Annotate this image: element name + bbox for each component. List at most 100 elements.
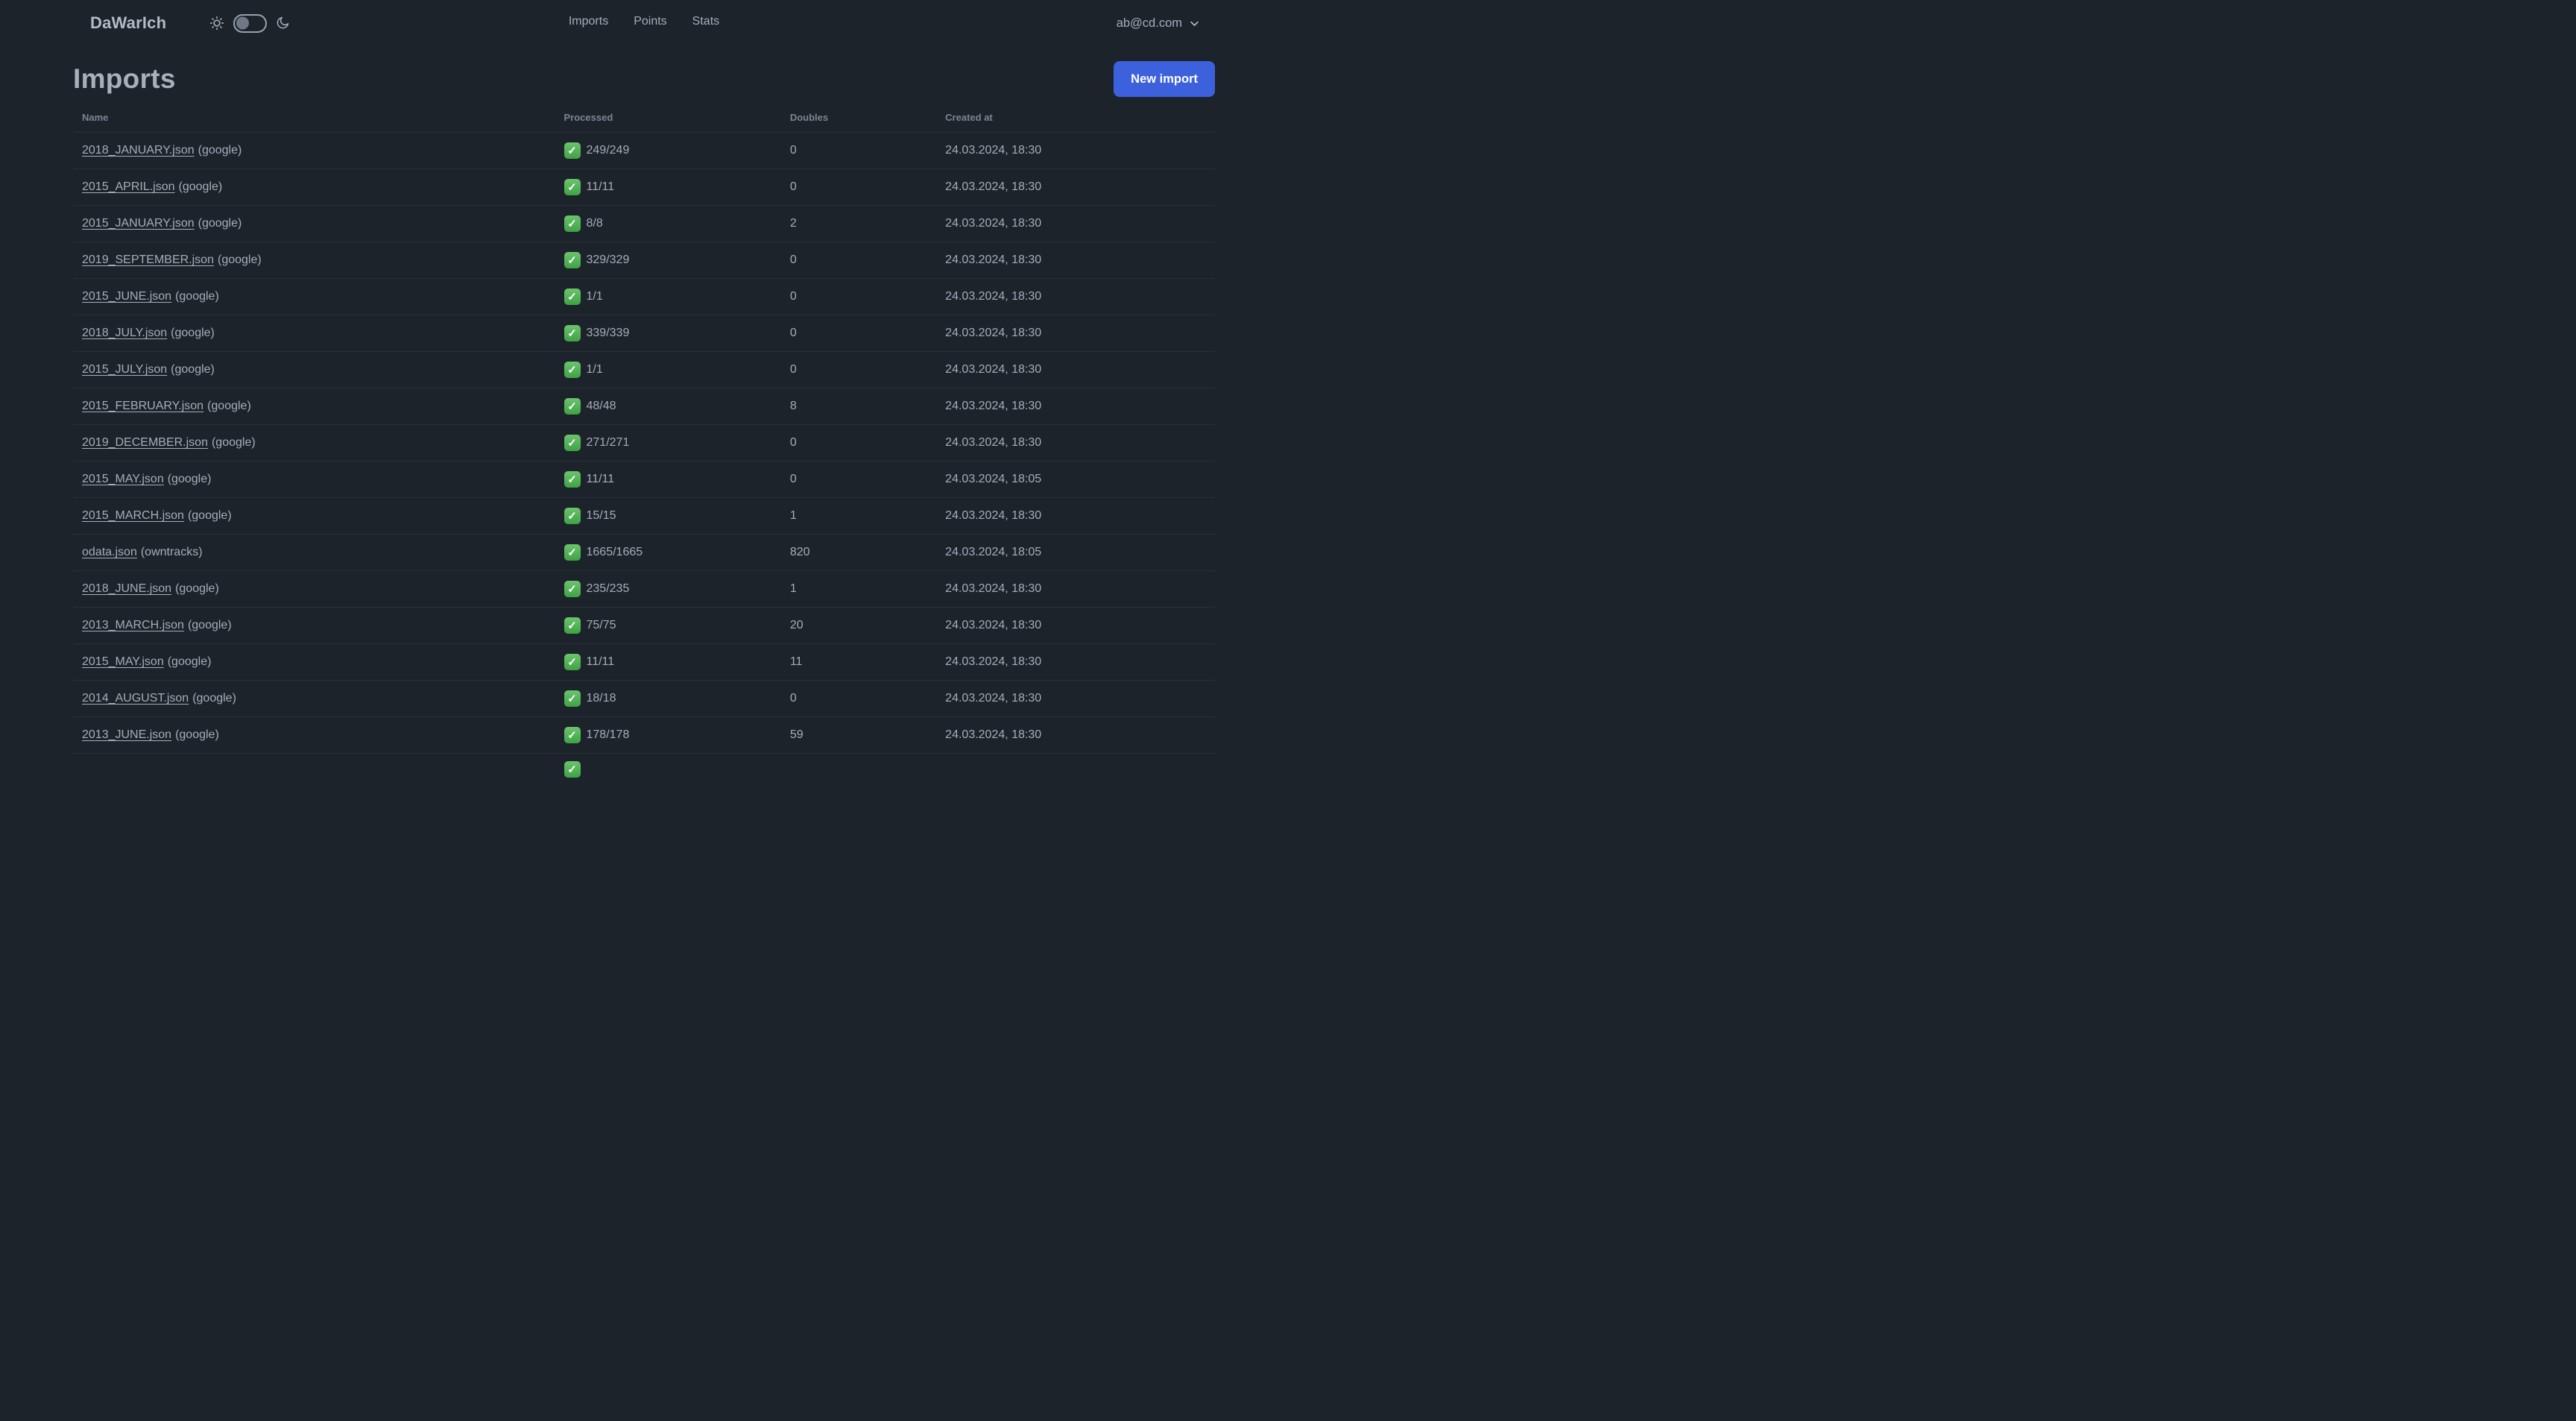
sun-icon (209, 15, 225, 31)
import-source-label: (google) (187, 509, 232, 522)
import-source-label: (google) (178, 180, 223, 193)
table-row: 2015_FEBRUARY.json (google) ✓ 48/48 8 24.… (73, 388, 1215, 425)
doubles-cell: 0 (780, 461, 937, 498)
import-file-link[interactable]: 2014_AUGUST.json (82, 692, 189, 705)
table-row-partial: ✓ (73, 754, 1215, 788)
column-header-doubles: Doubles (780, 106, 937, 133)
nav-link-points[interactable]: Points (634, 15, 666, 28)
processed-count: 271/271 (586, 436, 630, 449)
import-source-label: (google) (171, 363, 215, 376)
page-header: Imports New import (73, 61, 1215, 97)
table-row: 2013_MARCH.json (google) ✓ 75/75 20 24.03… (73, 607, 1215, 644)
import-file-link[interactable]: 2018_JULY.json (82, 327, 167, 339)
created-at-cell: 24.03.2024, 18:30 (936, 607, 1215, 644)
created-at-cell: 24.03.2024, 18:30 (936, 680, 1215, 717)
table-row: 2018_JANUARY.json (google) ✓ 249/249 0 24… (73, 132, 1215, 169)
created-at-cell: 24.03.2024, 18:30 (936, 388, 1215, 425)
doubles-cell: 0 (780, 242, 937, 279)
doubles-cell: 8 (780, 388, 937, 425)
app-logo[interactable]: DaWarIch (90, 13, 166, 33)
theme-toggle[interactable] (233, 13, 268, 33)
import-file-link[interactable]: 2018_JANUARY.json (82, 144, 195, 157)
doubles-cell: 0 (780, 278, 937, 315)
import-file-link[interactable]: 2015_JANUARY.json (82, 217, 195, 230)
imports-page: Imports New import Name Processed Doubles C… (73, 61, 1215, 787)
import-source-label: (google) (167, 655, 212, 668)
processed-count: 8/8 (586, 217, 603, 230)
processed-cell: ✓ 178/178 (555, 716, 781, 754)
processed-count: 1665/1665 (586, 546, 643, 558)
import-file-link[interactable]: 2015_APRIL.json (82, 180, 175, 193)
table-row: 2015_JULY.json (google) ✓ 1/1 0 24.03.202… (73, 351, 1215, 388)
check-icon: ✓ (564, 654, 581, 670)
doubles-cell: 0 (780, 424, 937, 461)
import-file-link[interactable]: 2015_MAY.json (82, 473, 164, 485)
check-icon: ✓ (564, 727, 581, 743)
processed-count: 329/329 (586, 253, 630, 266)
check-icon: ✓ (564, 544, 581, 561)
nav-link-imports[interactable]: Imports (569, 15, 608, 28)
account-menu[interactable]: ab@cd.com (1117, 16, 1200, 31)
import-file-link[interactable]: 2015_JUNE.json (82, 290, 171, 303)
processed-count: 235/235 (586, 582, 630, 595)
processed-count: 1/1 (586, 363, 603, 376)
doubles-cell: 1 (780, 497, 937, 535)
doubles-cell: 820 (780, 534, 937, 571)
table-row: 2014_AUGUST.json (google) ✓ 18/18 0 24.03… (73, 680, 1215, 717)
name-cell: 2015_MAY.json (google) (73, 643, 555, 681)
import-file-link[interactable]: odata.json (82, 546, 137, 558)
name-cell: 2015_JANUARY.json (google) (73, 205, 555, 242)
import-file-link[interactable]: 2013_MARCH.json (82, 619, 184, 631)
import-file-link[interactable]: 2015_MARCH.json (82, 509, 184, 522)
check-icon: ✓ (564, 179, 581, 195)
created-at-cell: 24.03.2024, 18:30 (936, 643, 1215, 681)
processed-cell: ✓ (555, 754, 781, 788)
doubles-cell: 0 (780, 680, 937, 717)
table-row: 2015_MAY.json (google) ✓ 11/11 0 24.03.20… (73, 461, 1215, 498)
navbar: DaWarIch Imports Points Stats ab@cd.com (0, 0, 1288, 43)
theme-toggle-group (209, 13, 290, 33)
check-icon: ✓ (564, 435, 581, 451)
import-source-label: (google) (198, 217, 242, 230)
import-file-link[interactable]: 2013_JUNE.json (82, 728, 171, 741)
page-title: Imports (73, 63, 176, 94)
doubles-cell: 1 (780, 570, 937, 608)
name-cell: 2019_DECEMBER.json (google) (73, 424, 555, 461)
import-source-label: (google) (175, 582, 219, 595)
processed-cell: ✓ 75/75 (555, 607, 781, 644)
nav-link-stats[interactable]: Stats (692, 15, 719, 28)
import-file-link[interactable]: 2018_JUNE.json (82, 582, 171, 595)
processed-cell: ✓ 48/48 (555, 388, 781, 425)
check-icon: ✓ (564, 761, 581, 778)
name-cell: 2018_JUNE.json (google) (73, 570, 555, 608)
doubles-cell: 11 (780, 643, 937, 681)
name-cell: 2014_AUGUST.json (google) (73, 680, 555, 717)
processed-cell: ✓ 339/339 (555, 315, 781, 352)
created-at-cell: 24.03.2024, 18:30 (936, 497, 1215, 535)
import-file-link[interactable]: 2015_JULY.json (82, 363, 167, 376)
import-file-link[interactable]: 2019_DECEMBER.json (82, 436, 208, 449)
processed-count: 178/178 (586, 728, 630, 741)
check-icon: ✓ (564, 690, 581, 707)
created-at-cell: 24.03.2024, 18:30 (936, 351, 1215, 388)
import-file-link[interactable]: 2019_SEPTEMBER.json (82, 253, 214, 266)
created-at-cell: 24.03.2024, 18:05 (936, 534, 1215, 571)
name-cell: 2018_JULY.json (google) (73, 315, 555, 352)
check-icon: ✓ (564, 398, 581, 415)
doubles-cell: 2 (780, 205, 937, 242)
table-row: 2015_JUNE.json (google) ✓ 1/1 0 24.03.202… (73, 278, 1215, 315)
processed-cell: ✓ 11/11 (555, 168, 781, 206)
created-at-cell: 24.03.2024, 18:30 (936, 716, 1215, 754)
processed-cell: ✓ 249/249 (555, 132, 781, 169)
import-source-label: (google) (198, 144, 242, 157)
check-icon: ✓ (564, 215, 581, 232)
new-import-button[interactable]: New import (1114, 61, 1215, 97)
import-file-link[interactable]: 2015_FEBRUARY.json (82, 400, 203, 412)
processed-cell: ✓ 11/11 (555, 461, 781, 498)
processed-cell: ✓ 235/235 (555, 570, 781, 608)
created-at-cell: 24.03.2024, 18:05 (936, 461, 1215, 498)
import-source-label: (google) (207, 400, 251, 412)
processed-cell: ✓ 1665/1665 (555, 534, 781, 571)
imports-table: Name Processed Doubles Created at 2018_JANU… (73, 106, 1215, 787)
import-file-link[interactable]: 2015_MAY.json (82, 655, 164, 668)
